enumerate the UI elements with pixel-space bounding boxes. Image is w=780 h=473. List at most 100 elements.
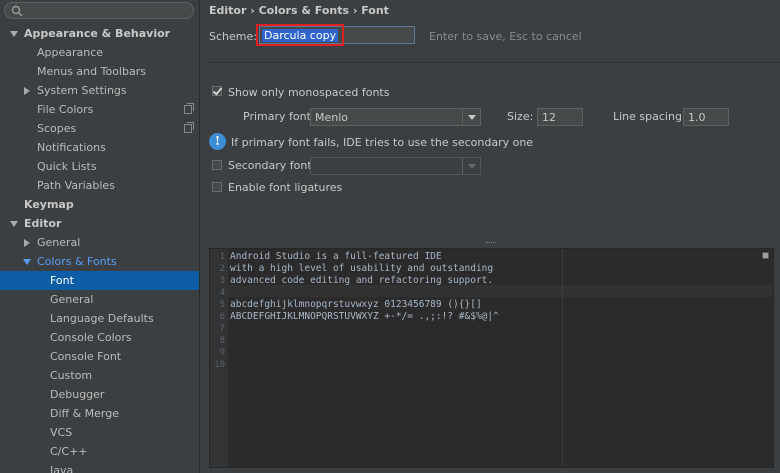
tree-item-debugger[interactable]: Debugger [0,385,199,404]
primary-font-label: Primary font: [243,110,315,123]
right-margin-guide [562,249,563,467]
tree-item-label: Font [50,274,74,287]
tree-item-system-settings[interactable]: System Settings [0,81,199,100]
search-icon [11,5,23,17]
code-line: Android Studio is a full-featured IDE [230,251,442,262]
size-label: Size: [507,110,534,123]
splitter-handle[interactable] [486,242,496,245]
settings-sidebar: Appearance & Behavior Appearance Menus a… [0,0,200,473]
tree-item-notifications[interactable]: Notifications [0,138,199,157]
scheme-label: Scheme: [209,30,257,43]
info-text: If primary font fails, IDE tries to use … [231,136,534,149]
tree-item-colors-fonts[interactable]: Colors & Fonts [0,252,199,271]
line-number: 8 [219,336,225,346]
tree-item-appearance[interactable]: Appearance [0,43,199,62]
chevron-down-icon [462,109,480,125]
tree-item-label: Quick Lists [37,160,97,173]
scheme-hint: Enter to save, Esc to cancel [429,30,582,43]
tree-item-label: Diff & Merge [50,407,120,420]
primary-font-select[interactable]: Menlo [310,108,481,126]
tree-item-label: Language Defaults [50,312,154,325]
chevron-right-icon [24,239,30,247]
scheme-highlight-box [256,24,344,46]
line-number-gutter: 1 2 3 4 5 6 7 8 9 10 [210,249,228,467]
code-line: abcdefghijklmnopqrstuvwxyz 0123456789 ()… [230,299,482,310]
chevron-down-icon [462,158,480,174]
chevron-down-icon [10,221,18,227]
secondary-font-checkbox[interactable] [212,160,222,170]
line-number: 7 [219,324,225,334]
tree-item-label: Path Variables [37,179,115,192]
tree-item-label: Colors & Fonts [37,255,117,268]
tree-item-font[interactable]: Font [0,271,199,290]
tree-item-custom[interactable]: Custom [0,366,199,385]
tree-item-label: Console Font [50,350,122,363]
tree-item-java[interactable]: Java [0,461,199,473]
project-scope-icon [184,122,194,133]
code-line: with a high level of usability and outst… [230,263,494,274]
line-spacing-label: Line spacing: [613,110,686,123]
caret-row-highlight [228,285,773,297]
tree-item-label: Appearance & Behavior [24,27,171,40]
tree-item-keymap[interactable]: Keymap [0,195,199,214]
tree-item-label: Java [50,464,74,473]
line-number: 2 [219,264,225,274]
tree-item-label: C/C++ [50,445,88,458]
line-number: 5 [219,300,225,310]
settings-tree: Appearance & Behavior Appearance Menus a… [0,24,199,473]
line-spacing-input[interactable]: 1.0 [683,108,729,126]
primary-font-value: Menlo [315,111,349,124]
tree-item-path-variables[interactable]: Path Variables [0,176,199,195]
tree-item-quick-lists[interactable]: Quick Lists [0,157,199,176]
inspection-status-icon[interactable] [762,252,769,259]
settings-content: Editor › Colors & Fonts › Font Scheme: D… [201,0,780,473]
info-icon: ! [209,133,226,150]
tree-item-menus-toolbars[interactable]: Menus and Toolbars [0,62,199,81]
secondary-font-select[interactable] [310,157,481,175]
code-line: ABCDEFGHIJKLMNOPQRSTUVWXYZ +-*/= .,;:!? … [230,311,499,322]
tree-item-label: Menus and Toolbars [37,65,146,78]
line-number: 6 [219,312,225,322]
tree-item-console-font[interactable]: Console Font [0,347,199,366]
monospaced-checkbox[interactable] [212,86,222,96]
chevron-right-icon [24,87,30,95]
tree-item-language-defaults[interactable]: Language Defaults [0,309,199,328]
font-preview-editor[interactable]: 1 2 3 4 5 6 7 8 9 10 Android Studio is a… [209,248,774,468]
tree-item-appearance-behavior[interactable]: Appearance & Behavior [0,24,199,43]
ligatures-label: Enable font ligatures [228,181,343,194]
tree-item-label: System Settings [37,84,127,97]
line-number: 3 [219,276,225,286]
divider [209,62,780,63]
line-number: 9 [219,348,225,358]
tree-item-console-colors[interactable]: Console Colors [0,328,199,347]
tree-item-vcs[interactable]: VCS [0,423,199,442]
tree-item-label: Keymap [24,198,74,211]
chevron-down-icon [10,31,18,37]
tree-item-label: Appearance [37,46,104,59]
code-line: advanced code editing and refactoring su… [230,275,494,286]
tree-item-editor[interactable]: Editor [0,214,199,233]
tree-item-label: General [37,236,81,249]
line-number: 10 [214,360,225,370]
project-scope-icon [184,103,194,114]
secondary-font-label: Secondary font: [228,159,316,172]
search-input[interactable] [4,2,194,19]
size-input[interactable]: 12 [537,108,583,126]
tree-item-label: VCS [50,426,73,439]
ligatures-checkbox[interactable] [212,182,222,192]
monospaced-label: Show only monospaced fonts [228,86,390,99]
tree-item-label: Editor [24,217,62,230]
line-spacing-value: 1.0 [688,111,706,124]
tree-item-scopes[interactable]: Scopes [0,119,199,138]
tree-item-cpp[interactable]: C/C++ [0,442,199,461]
tree-item-label: Console Colors [50,331,132,344]
size-value: 12 [542,111,556,124]
chevron-down-icon [23,259,31,265]
tree-item-label: Debugger [50,388,105,401]
line-number: 1 [219,252,225,262]
tree-item-editor-general[interactable]: General [0,233,199,252]
tree-item-label: Scopes [37,122,77,135]
tree-item-diff-merge[interactable]: Diff & Merge [0,404,199,423]
tree-item-file-colors[interactable]: File Colors [0,100,199,119]
tree-item-cf-general[interactable]: General [0,290,199,309]
